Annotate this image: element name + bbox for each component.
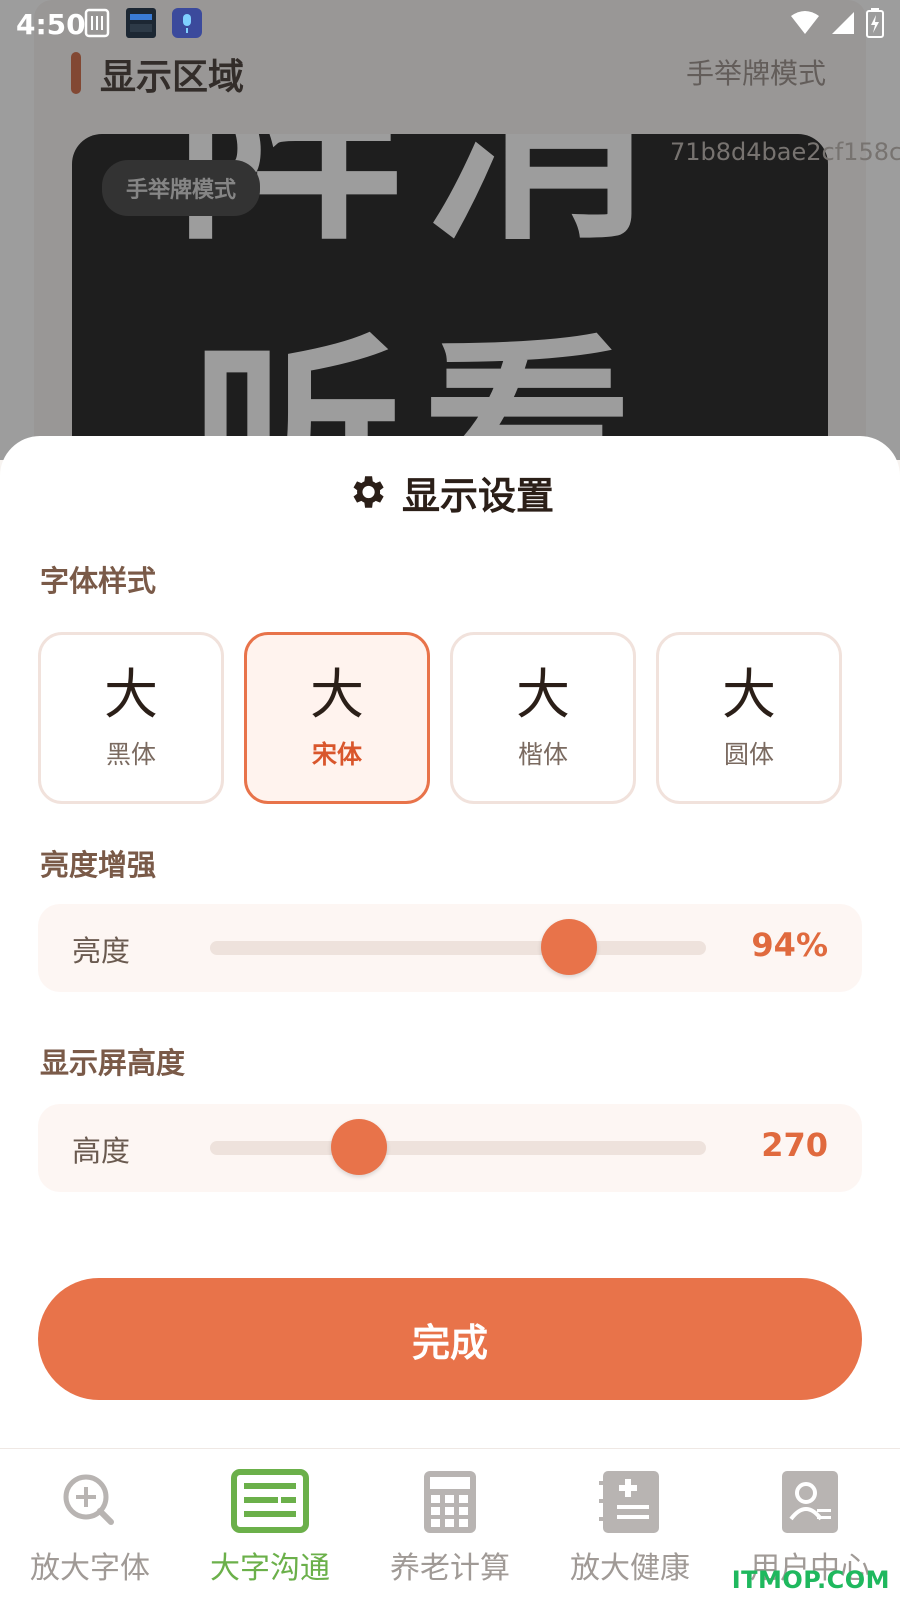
nav-item-1[interactable]: 大字沟通 — [180, 1449, 360, 1600]
height-slider-row: 高度 270 — [38, 1104, 862, 1192]
battery-icon — [866, 8, 884, 38]
nav-item-3[interactable]: 放大健康 — [540, 1449, 720, 1600]
signal-icon — [832, 12, 854, 34]
app-screen: 显示区域 手举牌模式 阵消 听看 手举牌模式 71b8d4bae2cf158c … — [0, 0, 900, 1600]
sheet-header: 显示设置 — [0, 462, 900, 522]
screen-height-section-label: 显示屏高度 — [40, 1046, 186, 1080]
nav-label: 放大健康 — [570, 1551, 690, 1586]
user-card-icon — [769, 1469, 851, 1535]
sheet-title: 显示设置 — [401, 473, 554, 518]
nav-label: 养老计算 — [390, 1551, 510, 1586]
nav-item-0[interactable]: 放大字体 — [0, 1449, 180, 1600]
health-book-icon — [589, 1469, 671, 1535]
message-lines-icon — [229, 1469, 311, 1535]
font-option-2[interactable]: 大楷体 — [450, 632, 636, 804]
zoom-in-icon — [49, 1469, 131, 1535]
font-option-label: 楷体 — [517, 739, 568, 769]
font-option-label: 黑体 — [105, 739, 156, 769]
font-option-3[interactable]: 大圆体 — [656, 632, 842, 804]
nav-label: 大字沟通 — [210, 1551, 330, 1586]
height-value: 270 — [761, 1126, 828, 1164]
brightness-slider-track[interactable] — [210, 941, 706, 955]
font-option-0[interactable]: 大黑体 — [38, 632, 224, 804]
status-notification-icons — [84, 8, 202, 38]
dim-overlay[interactable] — [0, 0, 900, 460]
display-settings-sheet: 显示设置 字体样式 大黑体大宋体大楷体大圆体 亮度增强 亮度 94% 显示屏高度… — [0, 436, 900, 1448]
brightness-slider-thumb[interactable] — [541, 919, 597, 975]
status-system-icons — [790, 8, 884, 38]
status-time: 4:50 — [16, 8, 86, 41]
font-option-sample: 大 — [516, 663, 570, 727]
gear-icon — [353, 476, 384, 508]
wifi-icon — [791, 11, 819, 34]
status-bar: 4:50 — [0, 0, 900, 48]
app-notification-icon — [126, 8, 156, 38]
brightness-slider-row: 亮度 94% — [38, 904, 862, 992]
brightness-value: 94% — [751, 926, 828, 964]
height-slider-thumb[interactable] — [330, 1119, 387, 1175]
sim-card-icon — [84, 8, 110, 38]
font-style-options: 大黑体大宋体大楷体大圆体 — [38, 632, 862, 808]
brightness-section-label: 亮度增强 — [40, 848, 157, 882]
font-style-label: 字体样式 — [40, 564, 157, 598]
brightness-label: 亮度 — [72, 934, 131, 968]
font-option-sample: 大 — [310, 663, 364, 727]
font-option-1[interactable]: 大宋体 — [244, 632, 430, 804]
calculator-icon — [409, 1469, 491, 1535]
nav-label: 放大字体 — [30, 1551, 150, 1586]
nav-item-2[interactable]: 养老计算 — [360, 1449, 540, 1600]
voice-app-icon — [172, 8, 202, 38]
font-option-sample: 大 — [104, 663, 158, 727]
height-label: 高度 — [72, 1134, 131, 1168]
font-option-sample: 大 — [722, 663, 776, 727]
height-slider-track[interactable] — [210, 1141, 706, 1155]
done-button[interactable]: 完成 — [38, 1278, 862, 1400]
watermark: ITMOP.COM — [731, 1566, 890, 1594]
font-option-label: 宋体 — [311, 739, 362, 769]
font-option-label: 圆体 — [723, 739, 774, 769]
